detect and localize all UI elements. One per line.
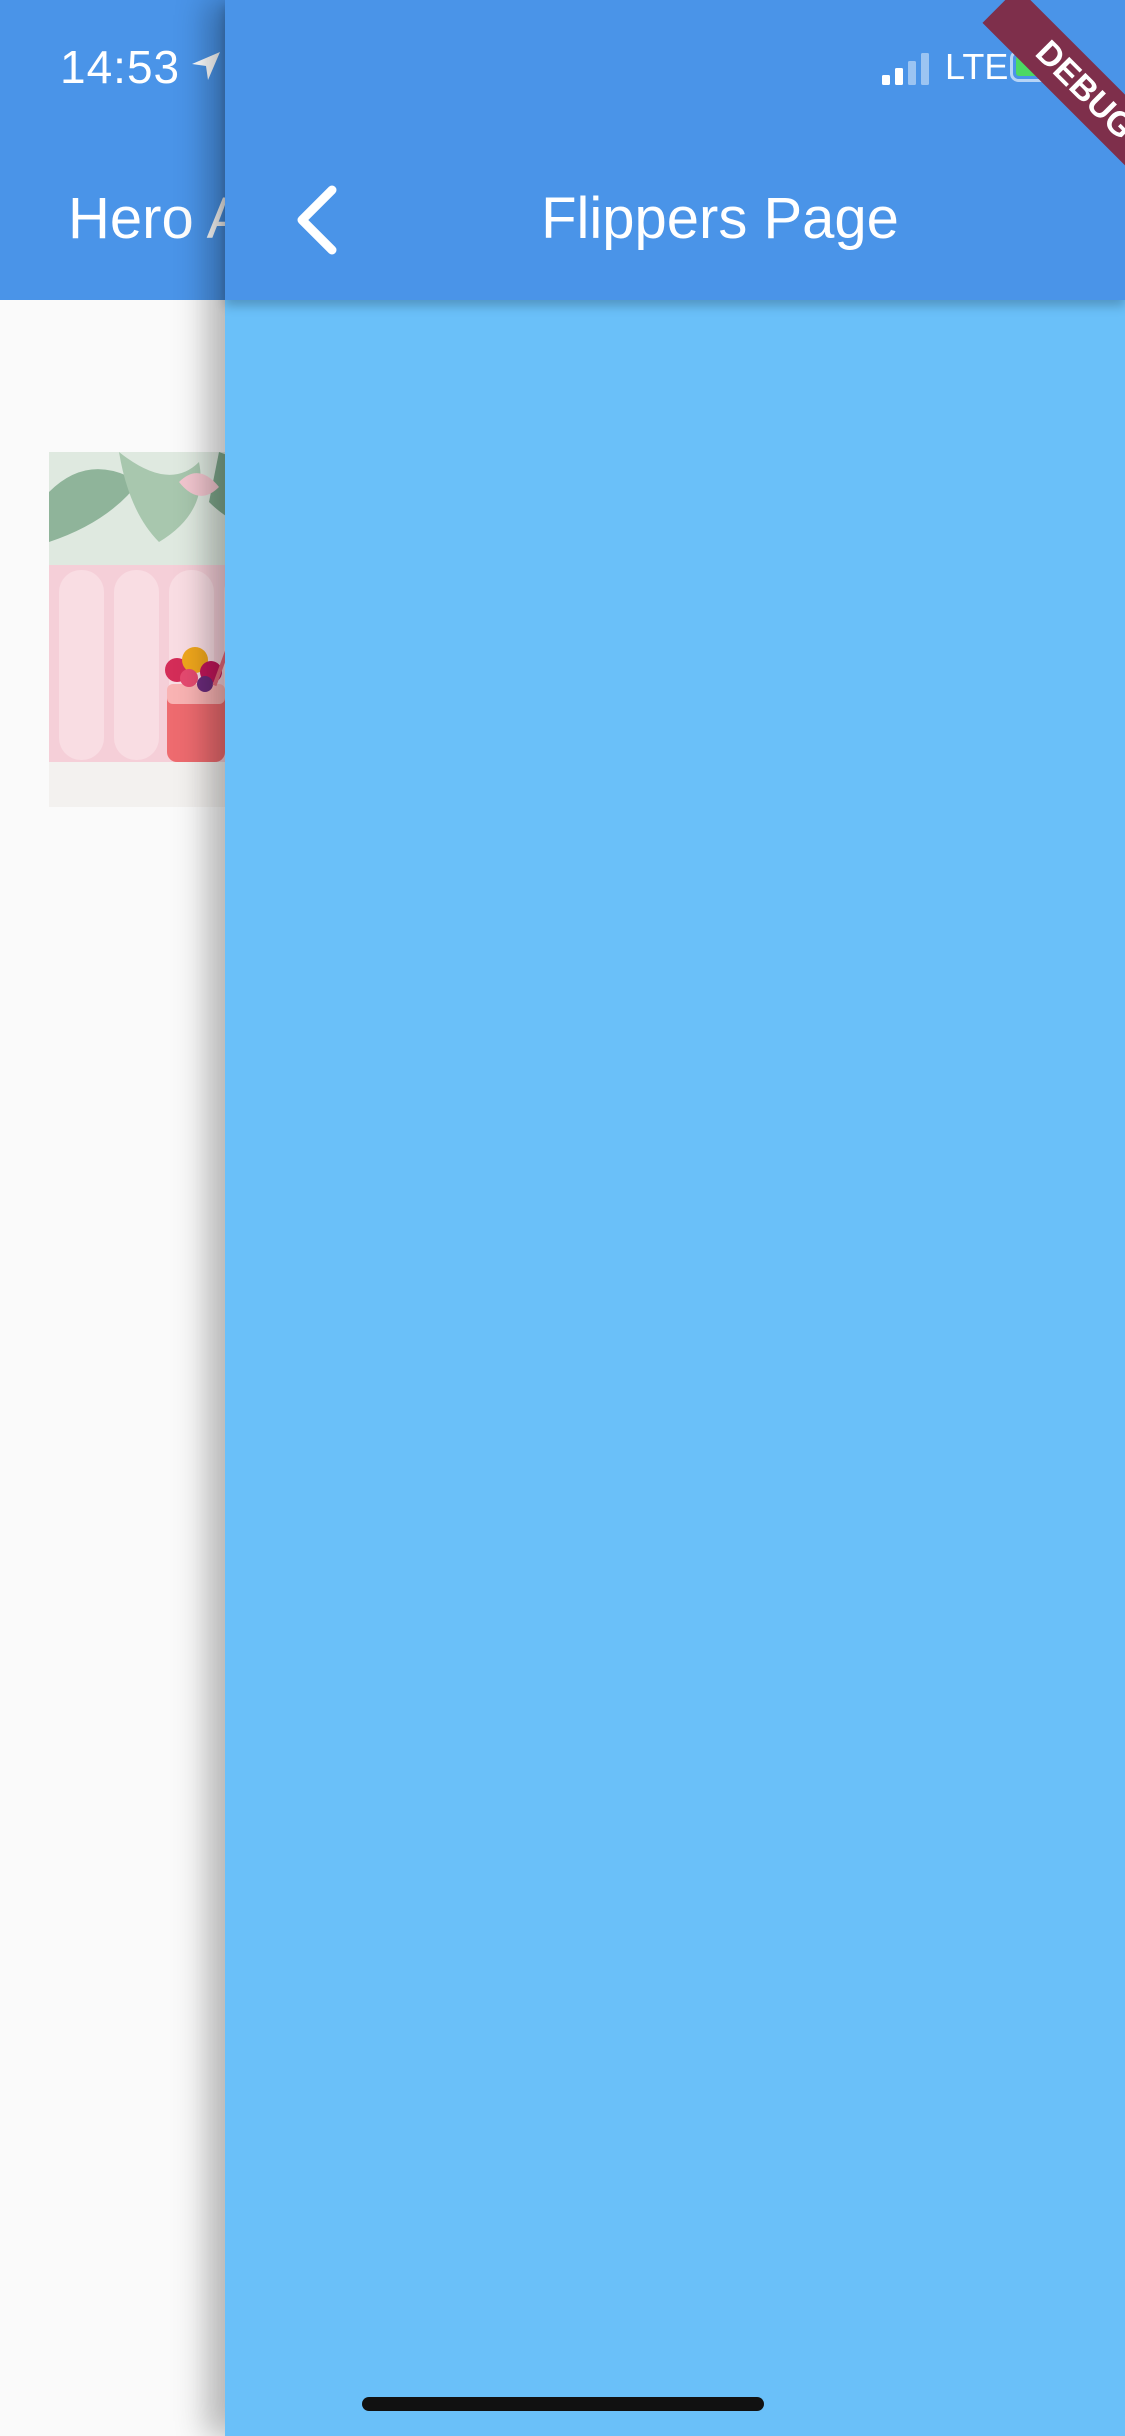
flippers-page-appbar: Flippers Page LTE: [225, 0, 1125, 300]
location-arrow-icon: [192, 52, 220, 80]
previous-page-title: Hero A: [68, 186, 246, 251]
battery-charging-icon: [1010, 50, 1070, 82]
network-type-label: LTE: [945, 46, 1009, 87]
status-time: 14:53: [60, 41, 181, 93]
page-title: Flippers Page: [541, 186, 899, 251]
cellular-signal-icon: [882, 53, 929, 85]
flippers-page: Flippers Page LTE: [225, 0, 1125, 2436]
home-indicator[interactable]: [362, 2397, 764, 2411]
